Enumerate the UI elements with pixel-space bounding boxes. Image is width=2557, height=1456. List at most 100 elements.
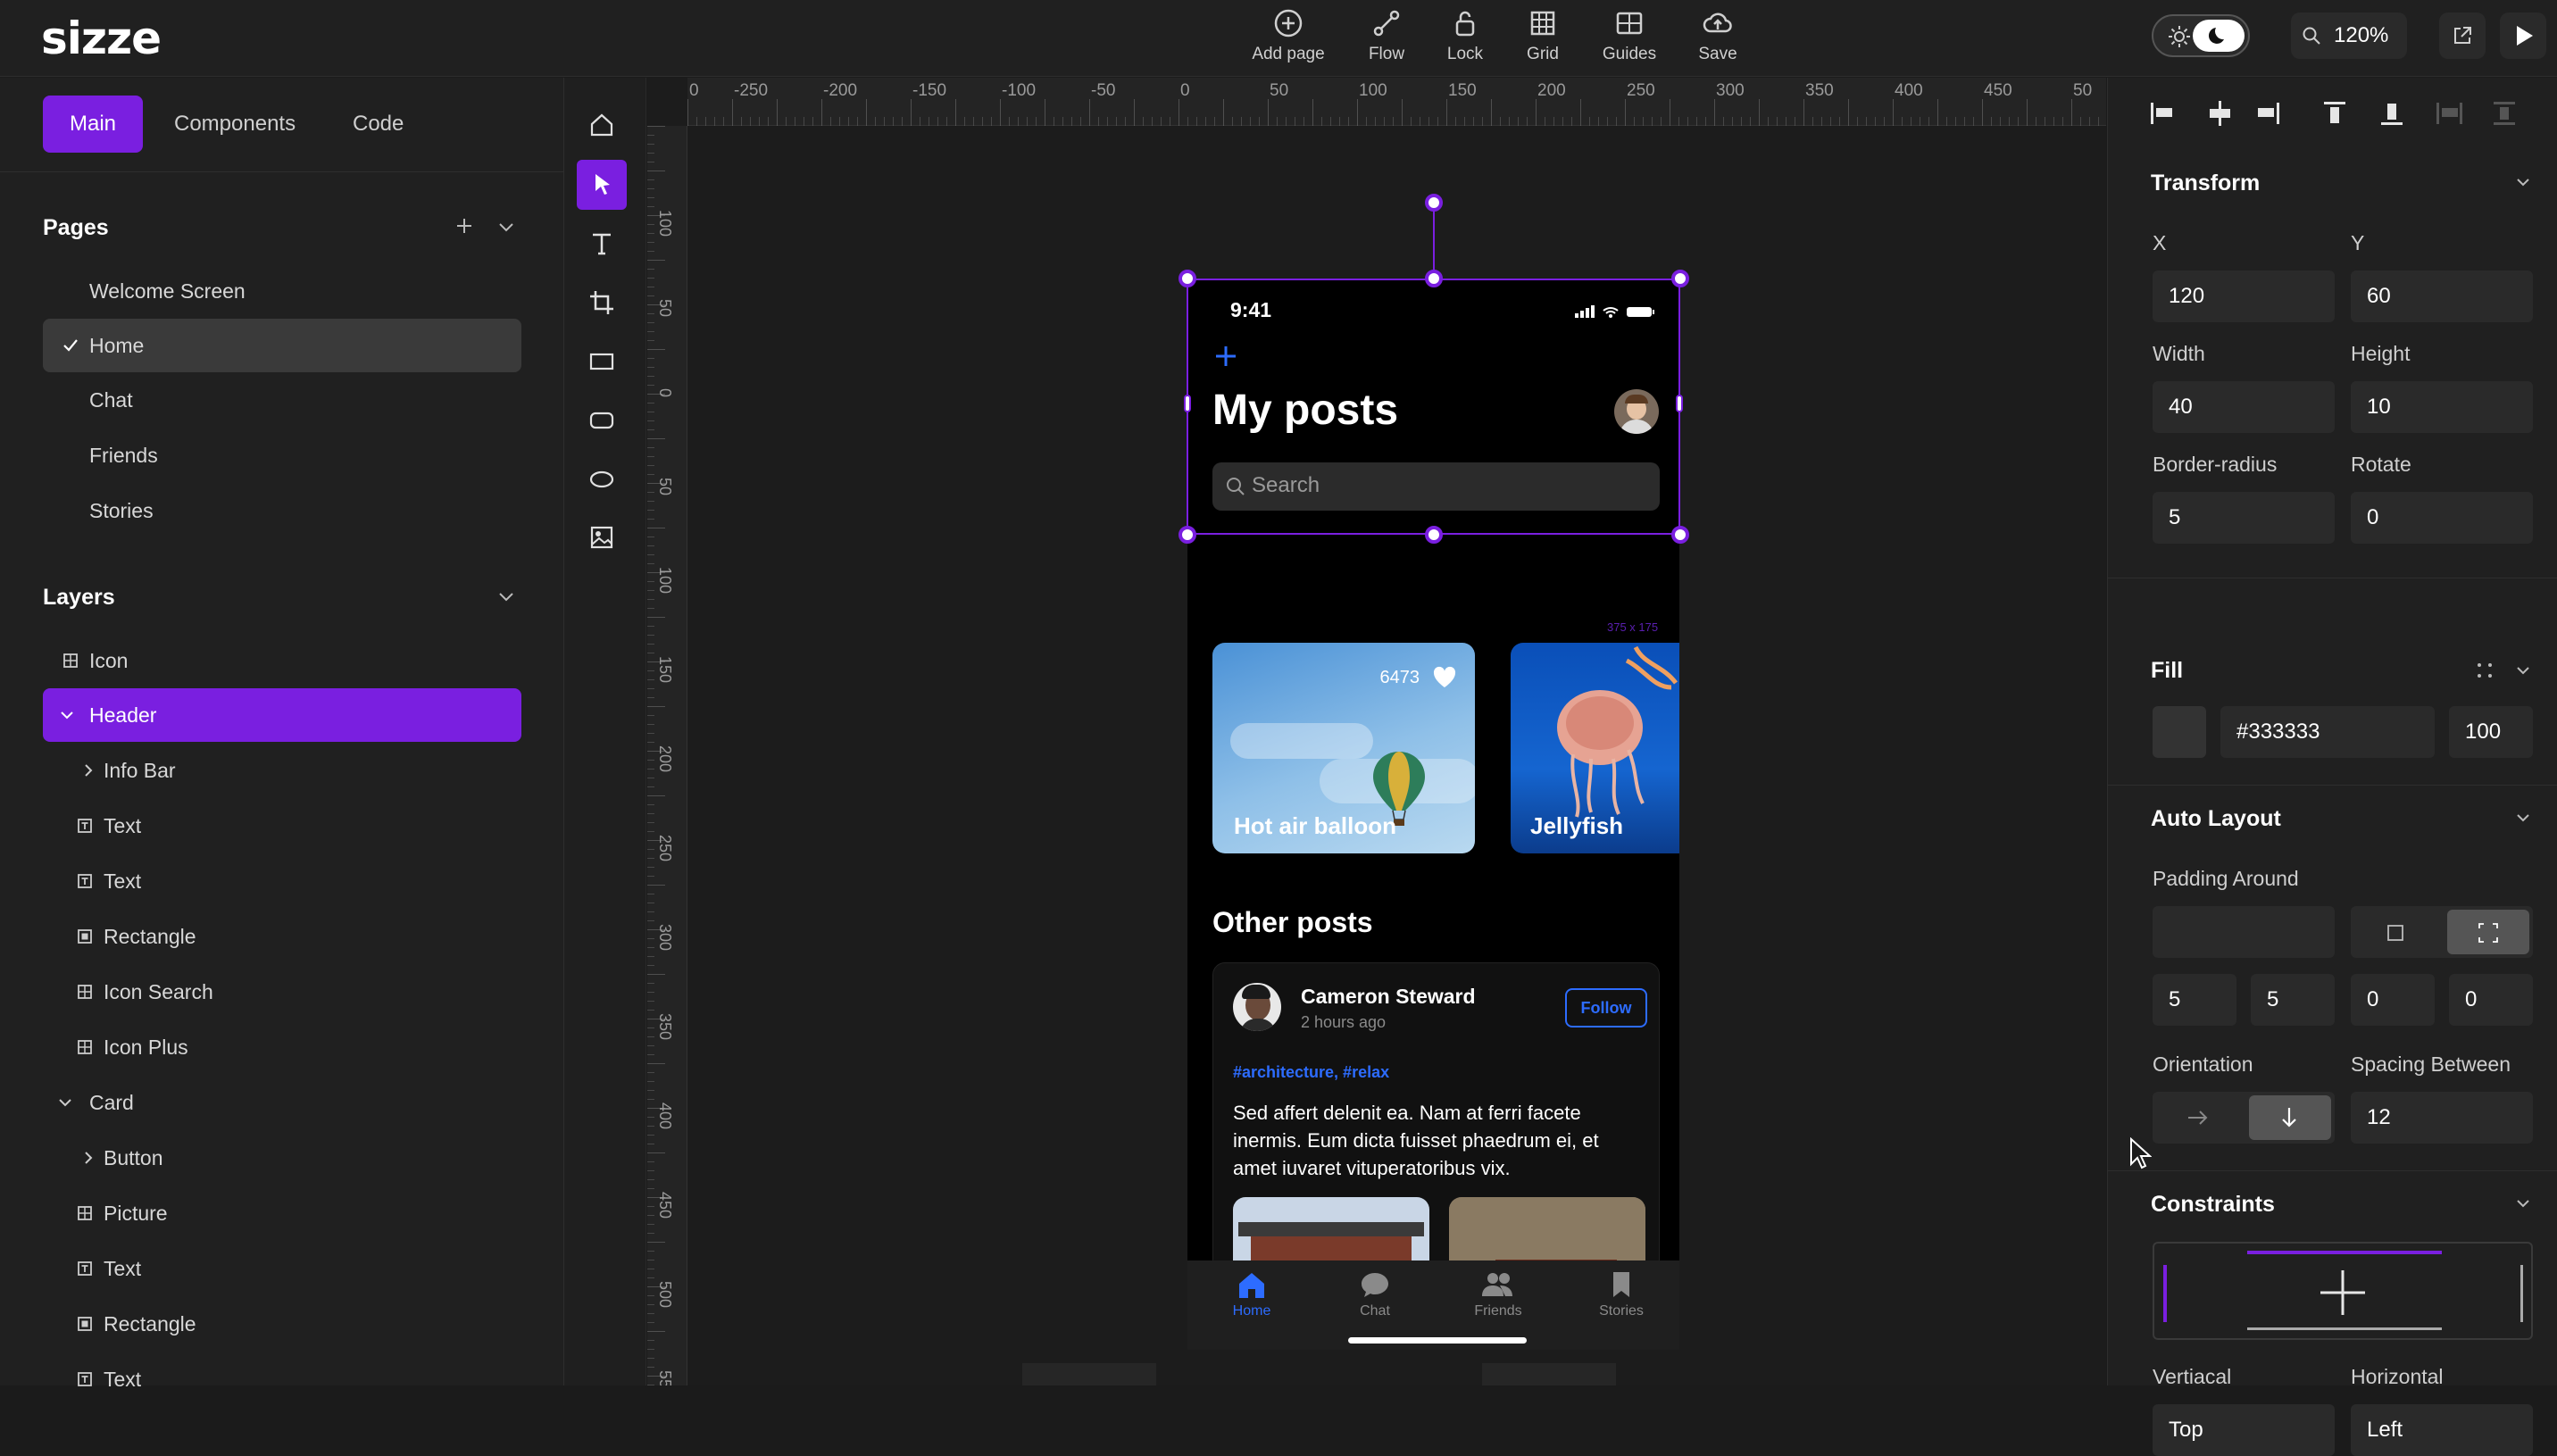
layer-text[interactable]: Text (43, 799, 521, 853)
padding-all-field[interactable] (2153, 906, 2335, 958)
padding-mode-toggle[interactable] (2351, 906, 2533, 958)
resize-handle[interactable] (1671, 270, 1689, 287)
rounded-rect-tool[interactable] (577, 395, 627, 445)
constraint-top[interactable] (2247, 1251, 2442, 1254)
page-item-friends[interactable]: Friends (43, 428, 521, 482)
style-grid-icon[interactable] (2476, 661, 2494, 679)
padding-top-field[interactable]: 5 (2153, 974, 2236, 1026)
image-tool[interactable] (577, 513, 627, 563)
zoom-control[interactable]: 120% (2291, 12, 2407, 59)
chevron-down-icon[interactable] (496, 587, 516, 606)
resize-handle[interactable] (1425, 526, 1443, 544)
layer-rectangle[interactable]: Rectangle (43, 910, 521, 963)
chevron-down-icon[interactable] (496, 217, 516, 237)
resize-handle[interactable] (1425, 270, 1443, 287)
text-tool[interactable] (577, 219, 627, 269)
layer-text[interactable]: Text (43, 1352, 521, 1388)
x-field[interactable]: 120 (2153, 270, 2335, 322)
constraint-left[interactable] (2163, 1265, 2167, 1322)
padding-left-field[interactable]: 0 (2449, 974, 2533, 1026)
vertical-select[interactable]: Top (2153, 1404, 2335, 1456)
fill-opacity-field[interactable]: 100 (2449, 706, 2533, 758)
artboard-thumb[interactable] (1482, 1363, 1616, 1385)
tab-components[interactable]: Components (147, 96, 322, 153)
layer-header[interactable]: Header (43, 688, 521, 742)
post-card-balloon[interactable]: 6473 Hot air balloon (1212, 643, 1475, 853)
page-item-chat[interactable]: Chat (43, 373, 521, 427)
page-item-home[interactable]: Home (43, 319, 521, 372)
constraint-bottom[interactable] (2247, 1327, 2442, 1330)
y-field[interactable]: 60 (2351, 270, 2533, 322)
nav-friends[interactable]: Friends (1445, 1269, 1552, 1319)
nav-chat[interactable]: Chat (1321, 1269, 1428, 1319)
grid-button[interactable]: Grid (1494, 7, 1592, 64)
fill-hex-field[interactable]: #333333 (2220, 706, 2435, 758)
add-page-plus-icon[interactable] (454, 215, 475, 237)
play-button[interactable] (2500, 12, 2546, 59)
author-avatar[interactable] (1233, 983, 1281, 1031)
layer-icon-search[interactable]: Icon Search (43, 965, 521, 1019)
page-item-stories[interactable]: Stories (43, 484, 521, 537)
width-field[interactable]: 40 (2153, 381, 2335, 433)
resize-handle[interactable] (1179, 270, 1196, 287)
rotate-field[interactable]: 0 (2351, 492, 2533, 544)
select-tool[interactable] (577, 160, 627, 210)
search-input[interactable]: Search (1212, 462, 1660, 511)
layer-rectangle[interactable]: Rectangle (43, 1297, 521, 1351)
chevron-down-icon[interactable] (2515, 662, 2531, 678)
app-logo[interactable]: sizze (41, 12, 162, 64)
padding-bottom-field[interactable]: 0 (2351, 974, 2435, 1026)
artboard-thumb[interactable] (1022, 1363, 1156, 1385)
avatar[interactable] (1614, 389, 1659, 434)
rotate-handle[interactable] (1425, 194, 1443, 212)
layer-button[interactable]: Button (43, 1131, 521, 1185)
ellipse-tool[interactable] (577, 454, 627, 504)
save-button[interactable]: Save (1669, 7, 1767, 64)
orientation-toggle[interactable] (2153, 1092, 2335, 1144)
fill-color-swatch[interactable] (2153, 706, 2206, 758)
resize-handle[interactable] (1671, 526, 1689, 544)
chevron-down-icon[interactable] (2515, 174, 2531, 190)
nav-stories[interactable]: Stories (1568, 1269, 1675, 1319)
layer-icon[interactable]: Icon (43, 634, 521, 687)
horizontal-select[interactable]: Left (2351, 1404, 2533, 1456)
padding-right-field[interactable]: 5 (2251, 974, 2335, 1026)
border-radius-field[interactable]: 5 (2153, 492, 2335, 544)
post-card-jellyfish[interactable]: Jellyfish (1511, 643, 1679, 853)
heart-icon[interactable] (1432, 666, 1457, 689)
ruler-label: 50 (656, 299, 674, 318)
layer-text[interactable]: Text (43, 1242, 521, 1295)
chevron-down-icon[interactable] (2515, 810, 2531, 826)
tab-main[interactable]: Main (43, 96, 144, 153)
plus-icon[interactable] (1212, 343, 1239, 370)
nav-home[interactable]: Home (1198, 1269, 1305, 1319)
phone-artboard[interactable]: 9:41 My posts Search 375 x 175 6473 Hot … (1187, 279, 1679, 1350)
add-page-button[interactable]: Add page (1239, 7, 1337, 64)
open-external-button[interactable] (2439, 12, 2486, 59)
guides-button[interactable]: Guides (1580, 7, 1678, 64)
layer-card[interactable]: Card (43, 1076, 521, 1129)
post-author[interactable]: Cameron Steward (1301, 985, 1476, 1009)
layer-text[interactable]: Text (43, 854, 521, 908)
constraints-widget[interactable] (2153, 1242, 2533, 1340)
tab-code[interactable]: Code (326, 96, 430, 153)
layer-icon-plus[interactable]: Icon Plus (43, 1020, 521, 1074)
constraint-right[interactable] (2520, 1265, 2523, 1322)
layer-info-bar[interactable]: Info Bar (43, 744, 521, 797)
post-tags[interactable]: #architecture, #relax (1233, 1063, 1389, 1082)
resize-handle[interactable] (1676, 395, 1683, 412)
theme-toggle[interactable] (2152, 14, 2250, 57)
rectangle-tool[interactable] (577, 337, 627, 387)
layer-picture[interactable]: Picture (43, 1186, 521, 1240)
canvas[interactable]: 0 -250 -200 -150 -100 -50 0 50 100 150 2… (647, 78, 2106, 1385)
resize-handle[interactable] (1179, 526, 1196, 544)
height-field[interactable]: 10 (2351, 381, 2533, 433)
follow-button[interactable]: Follow (1565, 988, 1647, 1028)
resize-handle[interactable] (1184, 395, 1191, 412)
crop-tool[interactable] (577, 278, 627, 328)
page-item-welcome[interactable]: Welcome Screen (43, 264, 521, 318)
chevron-down-icon[interactable] (2515, 1195, 2531, 1211)
align-tools[interactable] (2151, 97, 2526, 129)
spacing-field[interactable]: 12 (2351, 1092, 2533, 1144)
home-tool[interactable] (577, 101, 627, 151)
